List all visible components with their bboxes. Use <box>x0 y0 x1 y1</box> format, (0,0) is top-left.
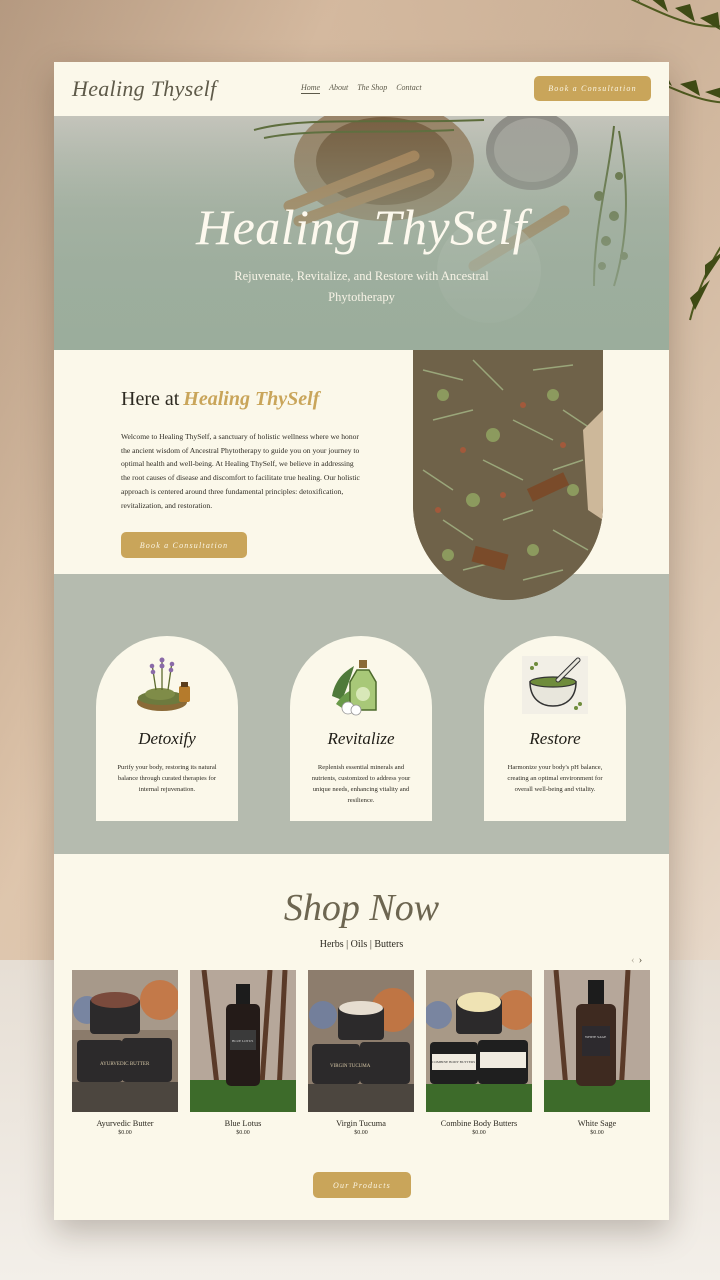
product-price: $0.00 <box>236 1130 250 1136</box>
hero-banner: Healing ThySelf Rejuvenate, Revitalize, … <box>54 116 669 350</box>
benefit-title: Revitalize <box>327 729 395 748</box>
herbs-bowl-icon <box>137 657 190 711</box>
product-image[interactable]: VIRGIN TUCUMA <box>308 970 414 1112</box>
nav-contact[interactable]: Contact <box>396 83 421 94</box>
product-image[interactable]: WHITE SAGE <box>544 970 650 1112</box>
shop-title: Shop Now <box>283 887 440 929</box>
product-image[interactable]: AYURVEDIC BUTTER <box>72 970 178 1112</box>
herbal-blend-image <box>413 350 603 600</box>
intro-book-consultation-button[interactable]: Book a Consultation <box>121 532 247 558</box>
intro-heading: Here at Healing ThySelf <box>121 388 319 411</box>
jar-label: COMBINE BODY BUTTERS <box>432 1060 475 1064</box>
product-price: $0.00 <box>354 1130 368 1136</box>
jar-label: WHITE SAGE <box>585 1035 606 1039</box>
benefit-text: Harmonize your body's pH balance, creati… <box>507 764 603 793</box>
product-price: $0.00 <box>118 1130 132 1136</box>
chevron-left-icon[interactable]: ‹ <box>631 954 639 966</box>
benefits-section: Detoxify Purify your body, restoring its… <box>54 574 669 854</box>
benefit-card-restore: Restore Harmonize your body's pH balance… <box>484 636 626 821</box>
product-image[interactable]: COMBINE BODY BUTTERS <box>426 970 532 1112</box>
product-card[interactable]: AYURVEDIC BUTTER Ayurvedic Butter $0.00 <box>72 970 178 1136</box>
nav-the-shop[interactable]: The Shop <box>357 83 387 94</box>
oil-bottle-icon <box>332 660 377 716</box>
benefit-title: Detoxify <box>138 729 196 748</box>
main-nav: Home About The Shop Contact <box>301 83 422 94</box>
benefit-text: Replenish essential minerals and nutrien… <box>311 764 411 804</box>
website-mockup: Healing Thyself Home About The Shop Cont… <box>54 62 669 1220</box>
site-logo[interactable]: Healing Thyself <box>72 76 216 102</box>
benefit-card-revitalize: Revitalize Replenish essential minerals … <box>290 636 432 821</box>
product-name[interactable]: White Sage <box>544 1119 650 1128</box>
product-card[interactable]: VIRGIN TUCUMA Virgin Tucuma $0.00 <box>308 970 414 1136</box>
product-name[interactable]: Blue Lotus <box>190 1119 296 1128</box>
hero-title: Healing ThySelf <box>195 199 528 255</box>
site-header: Healing Thyself Home About The Shop Cont… <box>54 62 669 116</box>
book-consultation-button[interactable]: Book a Consultation <box>534 76 651 101</box>
product-card[interactable]: WHITE SAGE White Sage $0.00 <box>544 970 650 1136</box>
product-card[interactable]: BLUE LOTUS Blue Lotus $0.00 <box>190 970 296 1136</box>
jar-label: BLUE LOTUS <box>232 1039 253 1043</box>
product-name[interactable]: Virgin Tucuma <box>308 1119 414 1128</box>
benefit-text: Purify your body, restoring its natural … <box>117 764 217 793</box>
product-card[interactable]: COMBINE BODY BUTTERS Combine Body Butter… <box>426 970 532 1136</box>
product-image[interactable]: BLUE LOTUS <box>190 970 296 1112</box>
shop-categories[interactable]: Herbs | Oils | Butters <box>54 939 669 950</box>
product-price: $0.00 <box>472 1130 486 1136</box>
chevron-right-icon[interactable]: › <box>639 954 647 966</box>
shop-section: Shop Now Herbs | Oils | Butters ‹› AYURV… <box>54 854 669 1220</box>
intro-body: Welcome to Healing ThySelf, a sanctuary … <box>121 432 360 510</box>
product-price: $0.00 <box>590 1130 604 1136</box>
hero-subtitle: Rejuvenate, Revitalize, and Restore with… <box>234 269 489 304</box>
our-products-button[interactable]: Our Products <box>313 1172 411 1198</box>
mortar-pestle-icon <box>522 656 588 714</box>
carousel-arrows: ‹› <box>631 954 646 966</box>
product-name[interactable]: Ayurvedic Butter <box>72 1119 178 1128</box>
benefit-title: Restore <box>529 729 581 748</box>
intro-heading-prefix: Here at <box>121 388 180 410</box>
intro-heading-brand: Healing ThySelf <box>183 388 320 410</box>
nav-home[interactable]: Home <box>301 83 321 94</box>
jar-label: AYURVEDIC BUTTER <box>100 1062 150 1067</box>
nav-about[interactable]: About <box>329 83 348 94</box>
benefit-card-detoxify: Detoxify Purify your body, restoring its… <box>96 636 238 821</box>
product-name[interactable]: Combine Body Butters <box>426 1119 532 1128</box>
jar-label: VIRGIN TUCUMA <box>330 1064 371 1069</box>
